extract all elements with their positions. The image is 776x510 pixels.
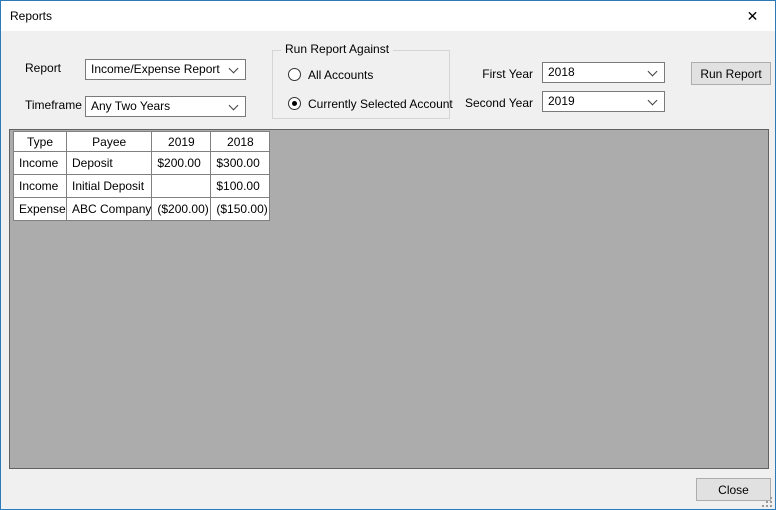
report-dropdown-value: Income/Expense Report [91,62,220,76]
column-header-2018[interactable]: 2018 [211,132,270,152]
first-year-dropdown[interactable]: 2018 [542,62,665,83]
radio-unselected-icon [288,68,301,81]
reports-dialog: Reports ✕ Report Income/Expense Report T… [0,0,776,510]
payee-cell[interactable]: ABC Company [67,198,152,221]
close-button-label: Close [718,483,749,497]
report-dropdown[interactable]: Income/Expense Report [85,59,246,80]
run-report-against-title: Run Report Against [281,42,393,56]
amount-2019-cell[interactable]: ($200.00) [152,198,211,221]
amount-2018-cell[interactable]: $100.00 [211,175,270,198]
column-header-type[interactable]: Type [14,132,67,152]
amount-2018-cell[interactable]: ($150.00) [211,198,270,221]
column-header-payee[interactable]: Payee [67,132,152,152]
type-cell[interactable]: Expense [14,198,67,221]
grid-row: Income Initial Deposit $100.00 [14,175,270,198]
radio-selected-icon [288,97,301,110]
timeframe-label: Timeframe [25,95,82,116]
report-grid: Type Payee 2019 2018 Income Deposit $200… [13,131,270,221]
run-report-button[interactable]: Run Report [691,62,771,85]
radio-currently-selected-account-label: Currently Selected Account [308,97,453,111]
radio-all-accounts-label: All Accounts [308,68,373,82]
run-report-button-label: Run Report [700,67,761,81]
second-year-dropdown[interactable]: 2019 [542,91,665,112]
chevron-down-icon [648,96,658,106]
chevron-down-icon [229,101,239,111]
dialog-body: Report Income/Expense Report Timeframe A… [1,31,775,510]
second-year-dropdown-value: 2019 [548,94,575,108]
type-cell[interactable]: Income [14,152,67,175]
chevron-down-icon [229,64,239,74]
selected-amount-2019-cell[interactable] [152,175,211,198]
payee-cell[interactable]: Deposit [67,152,152,175]
title-bar: Reports ✕ [1,1,775,31]
type-cell[interactable]: Income [14,175,67,198]
timeframe-dropdown-value: Any Two Years [91,99,170,113]
window-title: Reports [1,9,52,23]
chevron-down-icon [648,67,658,77]
resize-grip-icon[interactable] [762,497,772,507]
radio-all-accounts[interactable]: All Accounts [288,67,373,82]
close-icon[interactable]: ✕ [730,1,775,31]
grid-header-row: Type Payee 2019 2018 [14,132,270,152]
payee-cell[interactable]: Initial Deposit [67,175,152,198]
grid-row: Expense ABC Company ($200.00) ($150.00) [14,198,270,221]
second-year-label: Second Year [441,93,533,114]
report-label: Report [25,58,61,79]
results-panel: Type Payee 2019 2018 Income Deposit $200… [9,129,769,469]
amount-2019-cell[interactable]: $200.00 [152,152,211,175]
first-year-dropdown-value: 2018 [548,65,575,79]
timeframe-dropdown[interactable]: Any Two Years [85,96,246,117]
radio-currently-selected-account[interactable]: Currently Selected Account [288,96,453,111]
grid-row: Income Deposit $200.00 $300.00 [14,152,270,175]
first-year-label: First Year [441,64,533,85]
amount-2018-cell[interactable]: $300.00 [211,152,270,175]
column-header-2019[interactable]: 2019 [152,132,211,152]
close-button[interactable]: Close [696,478,771,501]
